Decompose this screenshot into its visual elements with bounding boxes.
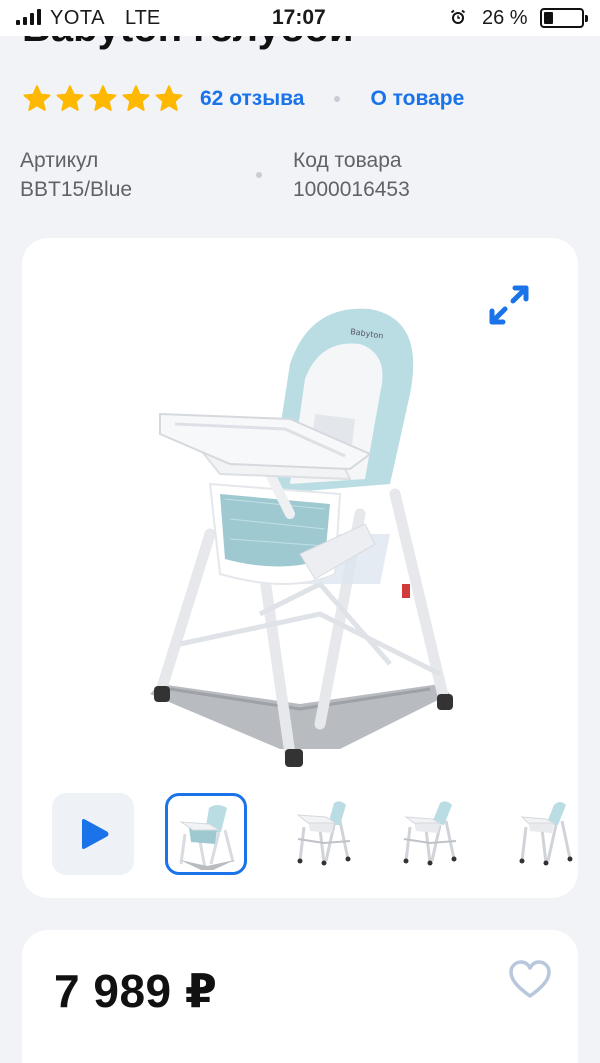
battery-icon xyxy=(540,8,588,28)
rating-stars xyxy=(22,84,184,114)
code-block: Код товара 1000016453 xyxy=(293,146,410,204)
star-icon xyxy=(23,85,51,111)
article-block: Артикул BBT15/Blue xyxy=(20,146,132,204)
alarm-icon xyxy=(450,9,466,24)
star-icon xyxy=(89,85,117,111)
price-card: 7 989 ₽ xyxy=(22,930,578,1063)
article-value: BBT15/Blue xyxy=(20,178,133,201)
star-icon xyxy=(155,85,183,111)
video-thumbnail[interactable] xyxy=(52,793,134,875)
chair-thumbnail-image xyxy=(519,802,573,866)
separator-dot xyxy=(256,172,262,178)
battery-percent: 26 % xyxy=(482,7,528,29)
star-icon xyxy=(122,85,150,111)
article-label: Артикул xyxy=(20,149,99,172)
chair-thumbnail-image xyxy=(403,801,457,866)
signal-icon xyxy=(16,9,41,25)
about-product-link[interactable]: О товаре xyxy=(370,87,464,111)
network-type: LTE xyxy=(125,7,161,29)
play-icon xyxy=(82,819,109,849)
code-label: Код товара xyxy=(293,149,402,172)
thumbnail-strip xyxy=(52,793,578,875)
product-meta: Артикул BBT15/Blue Код товара 1000016453 xyxy=(0,146,600,206)
status-time: 17:07 xyxy=(272,6,326,29)
thumbnail-2[interactable] xyxy=(285,793,367,875)
code-value: 1000016453 xyxy=(293,178,410,201)
thumbnail-1[interactable] xyxy=(165,793,247,875)
thumbnail-4[interactable] xyxy=(507,793,578,875)
separator-dot xyxy=(334,96,341,102)
carrier-name: YOTA xyxy=(50,7,105,29)
rating-row: 62 отзыва О товаре xyxy=(22,82,464,116)
gallery-card: Babyton xyxy=(22,238,578,898)
heart-icon[interactable] xyxy=(508,960,552,1000)
product-image[interactable]: Babyton xyxy=(140,284,480,794)
reviews-link[interactable]: 62 отзыва xyxy=(200,87,304,111)
status-bar: YOTA LTE 17:07 26 % xyxy=(0,0,600,36)
expand-icon[interactable] xyxy=(484,280,534,330)
chair-thumbnail-image xyxy=(296,801,351,866)
thumbnail-3[interactable] xyxy=(391,793,473,875)
price-value: 7 989 ₽ xyxy=(54,965,218,1017)
star-icon xyxy=(56,85,84,111)
chair-thumbnail-image xyxy=(179,805,235,870)
